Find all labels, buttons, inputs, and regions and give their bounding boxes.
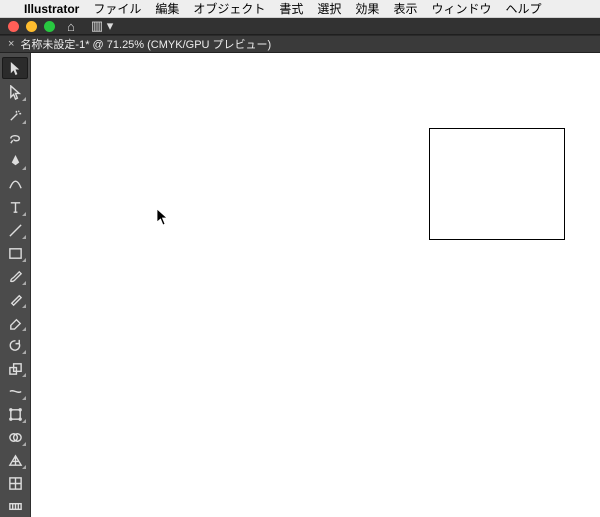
- shape-builder-tool[interactable]: [3, 427, 27, 447]
- menu-edit[interactable]: 編集: [155, 0, 179, 17]
- rotate-tool[interactable]: [3, 335, 27, 355]
- eraser-tool[interactable]: [3, 312, 27, 332]
- rectangle-tool[interactable]: [3, 243, 27, 263]
- canvas[interactable]: [31, 53, 600, 517]
- menu-help[interactable]: ヘルプ: [505, 0, 541, 17]
- curvature-tool[interactable]: [3, 174, 27, 194]
- gradient-tool[interactable]: [3, 496, 27, 516]
- document-tab-bar: × 名称未設定-1* @ 71.25% (CMYK/GPU プレビュー): [0, 36, 600, 53]
- paintbrush-tool[interactable]: [3, 266, 27, 286]
- close-tab-button[interactable]: ×: [8, 38, 14, 50]
- direct-selection-tool[interactable]: [3, 82, 27, 102]
- tools-panel: [0, 53, 31, 517]
- menu-type[interactable]: 書式: [279, 0, 303, 17]
- magic-wand-tool[interactable]: [3, 105, 27, 125]
- mac-menubar: Illustrator ファイル 編集 オブジェクト 書式 選択 効果 表示 ウ…: [0, 0, 600, 18]
- shaper-tool[interactable]: [3, 289, 27, 309]
- illustrator-window: Illustrator ファイル 編集 オブジェクト 書式 選択 効果 表示 ウ…: [0, 0, 600, 517]
- zoom-window-button[interactable]: [44, 21, 55, 32]
- mesh-tool[interactable]: [3, 473, 27, 493]
- type-tool[interactable]: [3, 197, 27, 217]
- free-transform-tool[interactable]: [3, 404, 27, 424]
- rectangle-shape[interactable]: [429, 128, 565, 240]
- workspace: [0, 53, 600, 517]
- menu-object[interactable]: オブジェクト: [193, 0, 265, 17]
- menu-file[interactable]: ファイル: [93, 0, 141, 17]
- menu-view[interactable]: 表示: [393, 0, 417, 17]
- perspective-grid-tool[interactable]: [3, 450, 27, 470]
- close-window-button[interactable]: [8, 21, 19, 32]
- app-titlebar: ⌂ ▥ ▾: [0, 18, 600, 35]
- selection-tool[interactable]: [2, 57, 28, 79]
- minimize-window-button[interactable]: [26, 21, 37, 32]
- home-button[interactable]: ⌂: [63, 19, 79, 34]
- menu-effect[interactable]: 効果: [355, 0, 379, 17]
- menu-select[interactable]: 選択: [317, 0, 341, 17]
- lasso-tool[interactable]: [3, 128, 27, 148]
- arrange-documents-button[interactable]: ▥ ▾: [87, 18, 117, 34]
- menu-window[interactable]: ウィンドウ: [431, 0, 491, 17]
- line-segment-tool[interactable]: [3, 220, 27, 240]
- app-name[interactable]: Illustrator: [24, 2, 79, 16]
- scale-tool[interactable]: [3, 358, 27, 378]
- traffic-lights: [8, 21, 55, 32]
- document-tab-title[interactable]: 名称未設定-1* @ 71.25% (CMYK/GPU プレビュー): [20, 36, 271, 52]
- width-tool[interactable]: [3, 381, 27, 401]
- pen-tool[interactable]: [3, 151, 27, 171]
- mouse-cursor-icon: [156, 208, 170, 231]
